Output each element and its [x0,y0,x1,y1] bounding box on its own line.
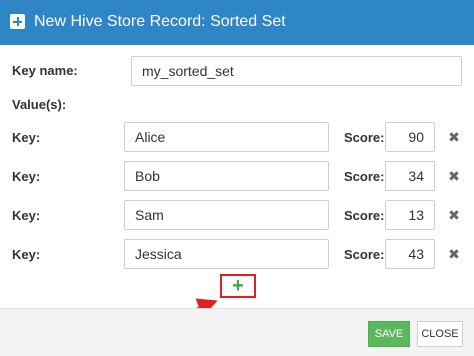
score-label: Score: [344,169,385,184]
key-name-input[interactable] [131,56,462,86]
score-label: Score: [344,208,385,223]
close-icon[interactable]: ✖ [447,169,461,183]
save-button[interactable]: SAVE [368,321,410,347]
score-input[interactable] [385,161,435,191]
close-icon[interactable]: ✖ [447,208,461,222]
key-label: Key: [12,130,41,145]
add-row-button[interactable]: + [220,274,256,298]
values-label: Value(s): [12,97,67,112]
score-input[interactable] [385,122,435,152]
score-label: Score: [344,130,385,145]
key-input[interactable] [124,239,329,269]
dialog-titlebar: New Hive Store Record: Sorted Set [0,0,474,45]
key-input[interactable] [124,161,329,191]
score-input[interactable] [385,200,435,230]
score-input[interactable] [385,239,435,269]
close-icon[interactable]: ✖ [447,247,461,261]
score-label: Score: [344,247,385,262]
plus-square-icon [10,14,25,29]
close-button[interactable]: CLOSE [417,321,463,347]
dialog-title: New Hive Store Record: Sorted Set [34,13,286,30]
key-label: Key: [12,169,41,184]
close-icon[interactable]: ✖ [447,130,461,144]
key-name-label: Key name: [12,63,78,78]
key-input[interactable] [124,200,329,230]
key-input[interactable] [124,122,329,152]
key-label: Key: [12,208,41,223]
dialog-footer: SAVE CLOSE [0,308,474,356]
key-label: Key: [12,247,41,262]
